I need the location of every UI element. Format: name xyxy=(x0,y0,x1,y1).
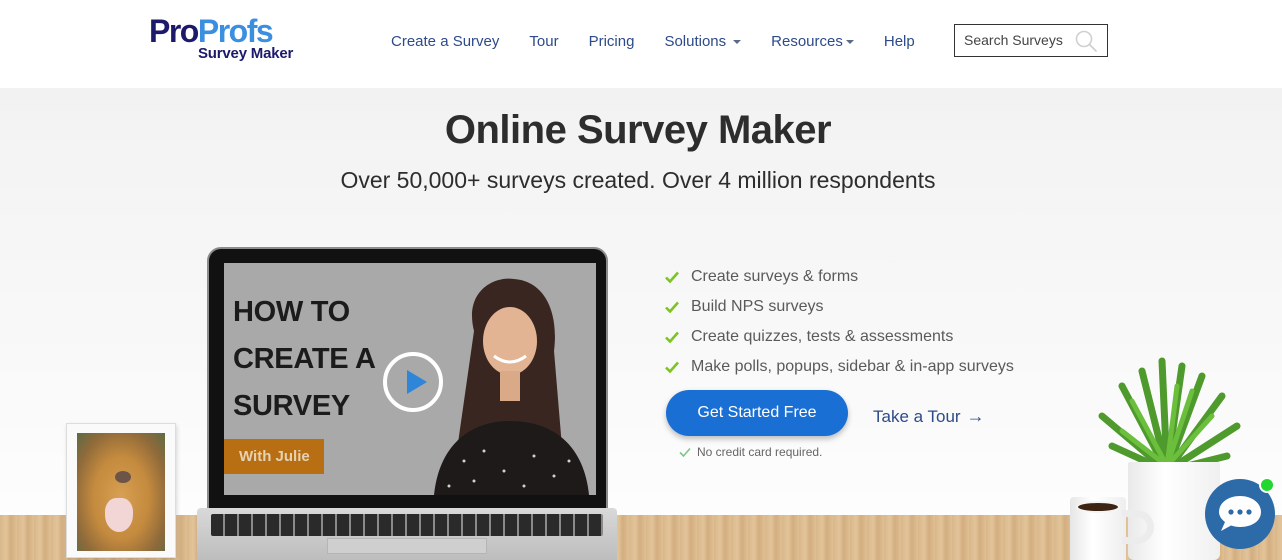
coffee-mug xyxy=(1070,497,1126,560)
nav-pricing[interactable]: Pricing xyxy=(589,33,635,50)
nav-resources[interactable]: Resources xyxy=(771,33,854,50)
online-status-indicator xyxy=(1259,477,1275,493)
take-tour-link[interactable]: Take a Tour → xyxy=(873,406,985,427)
caret-down-icon xyxy=(845,40,854,44)
feature-item: Build NPS surveys xyxy=(665,292,1014,322)
laptop-keyboard xyxy=(197,508,617,560)
hero-subtitle: Over 50,000+ surveys created. Over 4 mil… xyxy=(340,167,936,193)
play-icon xyxy=(407,370,427,394)
check-icon xyxy=(665,361,679,374)
dog-photo-frame xyxy=(66,423,176,558)
no-credit-card-note: No credit card required. xyxy=(679,445,822,459)
video-title: HOW TO CREATE A SURVEY xyxy=(233,296,376,422)
logo-subtitle: Survey Maker xyxy=(198,45,294,62)
dog-photo xyxy=(77,433,165,551)
check-icon xyxy=(665,301,679,314)
feature-item: Make polls, popups, sidebar & in-app sur… xyxy=(665,352,1014,382)
arrow-right-icon: → xyxy=(966,406,985,426)
nav-create-survey[interactable]: Create a Survey xyxy=(391,33,499,50)
hero-title: Online Survey Maker xyxy=(444,108,832,152)
caret-down-icon xyxy=(733,40,742,44)
feature-item: Create quizzes, tests & assessments xyxy=(665,322,1014,352)
nav-solutions[interactable]: Solutions xyxy=(664,33,742,50)
hero-section xyxy=(0,88,1282,560)
nav-help[interactable]: Help xyxy=(884,33,915,50)
proprofs-logo[interactable]: ProProfs Survey Maker xyxy=(149,15,299,65)
logo-profs-text: Profs xyxy=(197,13,274,49)
main-nav: Create a Survey Tour Pricing Solutions R… xyxy=(391,31,945,51)
search-icon[interactable] xyxy=(1075,30,1097,52)
laptop-screen: HOW TO CREATE A SURVEY With Julie xyxy=(207,247,608,510)
play-button[interactable] xyxy=(383,352,443,412)
get-started-button[interactable]: Get Started Free xyxy=(666,390,848,436)
search-input[interactable] xyxy=(964,32,1074,48)
logo-pro-text: Pro xyxy=(149,13,199,49)
feature-list: Create surveys & forms Build NPS surveys… xyxy=(665,262,1014,382)
search-box xyxy=(954,24,1108,57)
video-thumbnail[interactable]: HOW TO CREATE A SURVEY With Julie xyxy=(224,263,596,495)
site-header: ProProfs Survey Maker Create a Survey To… xyxy=(0,0,1282,88)
check-icon xyxy=(679,447,691,458)
plant-image xyxy=(1098,357,1241,475)
presenter-badge: With Julie xyxy=(224,439,324,474)
chat-bubble-icon xyxy=(1219,496,1261,531)
check-icon xyxy=(665,271,679,284)
check-icon xyxy=(665,331,679,344)
nav-tour[interactable]: Tour xyxy=(529,33,558,50)
feature-item: Create surveys & forms xyxy=(665,262,1014,292)
